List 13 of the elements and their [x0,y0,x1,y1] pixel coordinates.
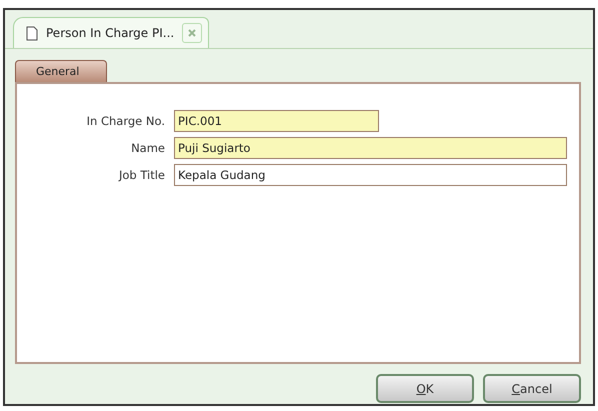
input-field[interactable]: Puji Sugiarto [174,137,567,159]
field-label: Name [130,141,165,155]
input-field[interactable]: Kepala Gudang [174,164,567,186]
cancel-button[interactable]: Cancel [483,374,581,403]
document-tab[interactable]: Person In Charge PI... [13,17,210,48]
field-label: In Charge No. [86,114,165,128]
tab-title: Person In Charge PI... [46,26,174,40]
close-icon[interactable] [182,23,202,43]
field-label: Job Title [117,168,165,182]
general-tab[interactable]: General [15,60,107,82]
ok-button[interactable]: OK [376,374,474,403]
input-field[interactable]: PIC.001 [174,110,379,132]
document-icon [26,26,38,40]
